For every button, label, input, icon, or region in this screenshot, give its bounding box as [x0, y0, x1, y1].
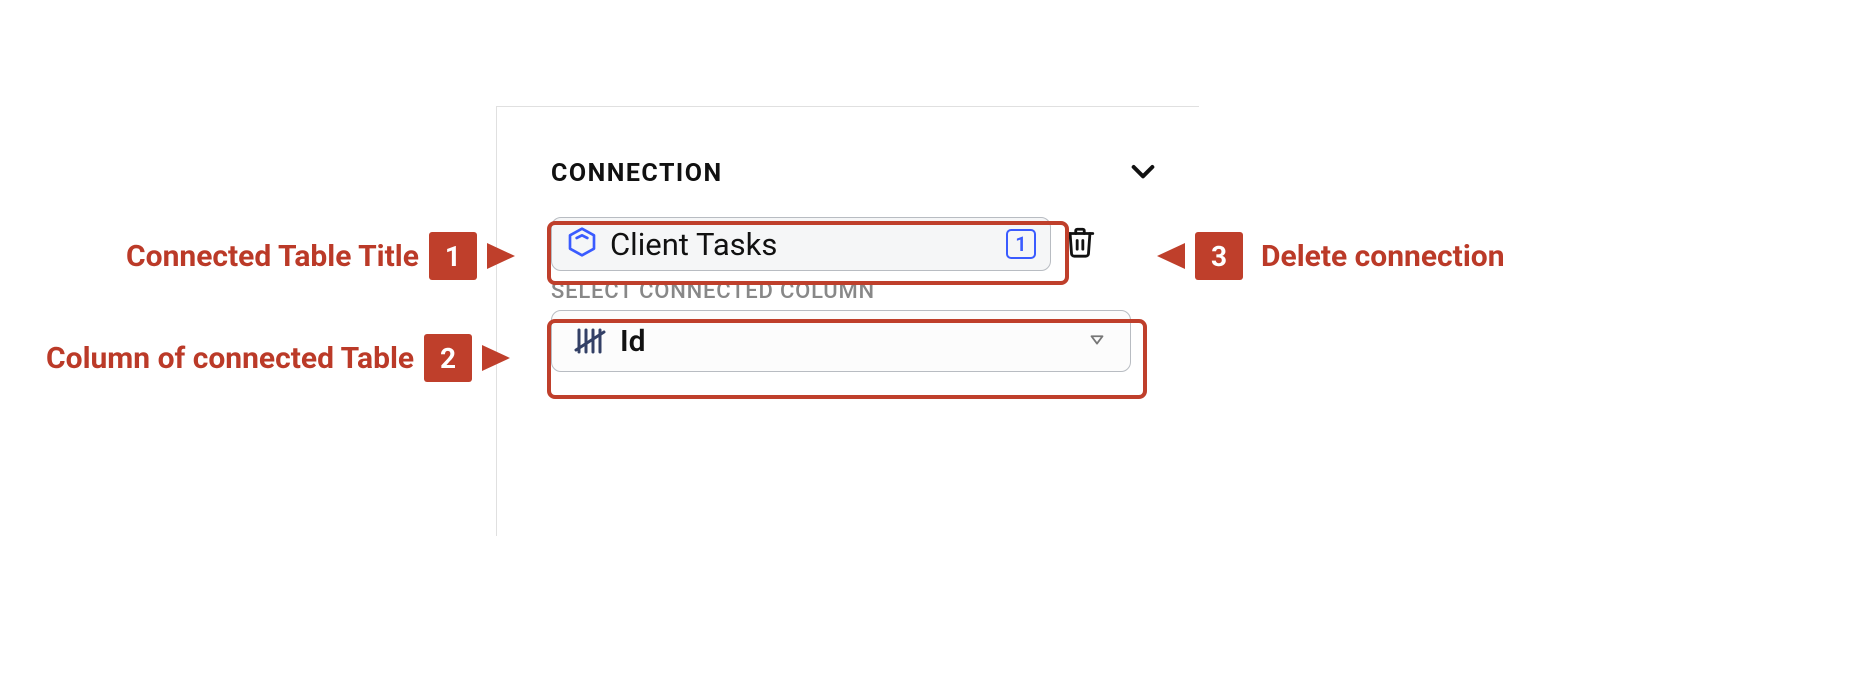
annotation-1: Connected Table Title 1	[126, 232, 515, 280]
annotation-1-text: Connected Table Title	[126, 239, 419, 274]
annotation-2: Column of connected Table 2	[46, 334, 510, 382]
connected-column-select[interactable]: Id	[551, 310, 1131, 372]
section-title: CONNECTION	[551, 159, 723, 188]
connection-count-badge: 1	[1006, 229, 1036, 259]
connected-table-name: Client Tasks	[610, 226, 994, 263]
annotation-2-text: Column of connected Table	[46, 341, 414, 376]
annotation-3: Delete connection 3	[1157, 232, 1505, 280]
arrow-right-icon	[487, 243, 515, 269]
arrow-left-icon	[1157, 243, 1185, 269]
connected-table-chip[interactable]: Client Tasks 1	[551, 217, 1051, 271]
select-connected-column-label: SELECT CONNECTED COLUMN	[551, 279, 1159, 304]
hexagon-icon	[566, 226, 598, 262]
chevron-down-icon	[1127, 155, 1159, 191]
annotation-1-badge: 1	[429, 232, 477, 280]
connected-table-row: Client Tasks 1	[551, 217, 1159, 271]
annotation-2-badge: 2	[424, 334, 472, 382]
dropdown-triangle-icon	[1086, 328, 1108, 354]
connected-column-value: Id	[620, 324, 1076, 359]
trash-icon	[1063, 225, 1097, 263]
section-header[interactable]: CONNECTION	[551, 155, 1159, 191]
delete-connection-button[interactable]	[1061, 225, 1099, 263]
annotation-3-text: Delete connection	[1261, 239, 1505, 274]
arrow-right-icon	[482, 345, 510, 371]
connection-panel: CONNECTION Client Tasks 1	[496, 106, 1199, 536]
annotation-3-badge: 3	[1195, 232, 1243, 280]
tally-icon	[574, 326, 610, 356]
